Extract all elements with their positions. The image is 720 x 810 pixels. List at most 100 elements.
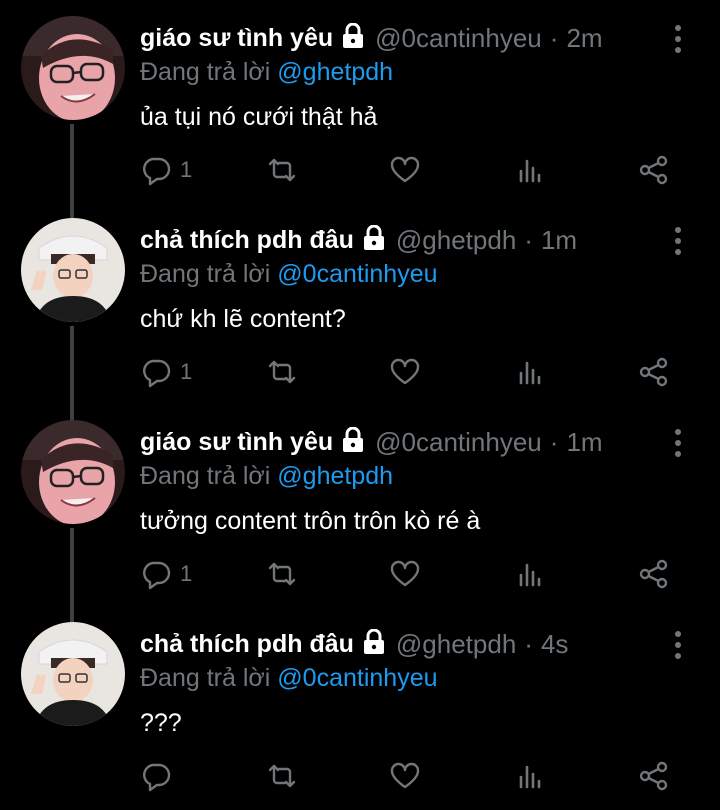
tweet[interactable]: chả thích pdh đâu @ghetpdh · 4s Đang trả… <box>0 606 720 808</box>
lock-icon <box>363 629 384 654</box>
avatar[interactable] <box>21 420 125 524</box>
mention-link[interactable]: @0cantinhyeu <box>277 260 437 288</box>
display-name[interactable]: giáo sư tình yêu <box>140 22 333 54</box>
more-options-icon[interactable] <box>672 24 684 54</box>
separator-dot: · <box>524 629 533 659</box>
mention-link[interactable]: @0cantinhyeu <box>277 664 437 692</box>
more-options-icon[interactable] <box>672 428 684 458</box>
tweet-header: chả thích pdh đâu @ghetpdh · 4s <box>140 628 568 660</box>
reply-button[interactable]: 1 <box>140 152 192 188</box>
analytics-button[interactable] <box>515 556 547 592</box>
heart-icon <box>390 560 420 587</box>
retweet-icon <box>268 562 296 586</box>
share-button[interactable] <box>638 152 670 188</box>
tweet[interactable]: giáo sư tình yêu @0cantinhyeu · 1m Đang … <box>0 404 720 624</box>
retweet-button[interactable] <box>266 556 298 592</box>
user-handle[interactable]: @ghetpdh <box>396 628 516 660</box>
more-options-icon[interactable] <box>672 226 684 256</box>
like-button[interactable] <box>389 152 421 188</box>
avatar[interactable] <box>21 622 125 726</box>
timestamp[interactable]: 1m <box>566 426 602 458</box>
analytics-button[interactable] <box>515 758 547 794</box>
tweet[interactable]: giáo sư tình yêu @0cantinhyeu · 2m Đang … <box>0 0 720 220</box>
analytics-icon <box>519 563 541 587</box>
timestamp[interactable]: 1m <box>541 224 577 256</box>
reply-icon <box>143 763 171 792</box>
replying-to: Đang trả lời @0cantinhyeu <box>140 258 438 290</box>
separator-dot: · <box>549 427 559 457</box>
avatar[interactable] <box>21 218 125 322</box>
action-bar <box>0 758 720 794</box>
retweet-icon <box>268 360 296 384</box>
tweet-header: giáo sư tình yêu @0cantinhyeu · 2m <box>140 22 603 54</box>
replying-to: Đang trả lời @0cantinhyeu <box>140 662 438 694</box>
user-handle[interactable]: @0cantinhyeu <box>375 22 542 54</box>
lock-icon <box>363 225 384 250</box>
retweet-button[interactable] <box>266 758 298 794</box>
share-button[interactable] <box>638 354 670 390</box>
like-button[interactable] <box>389 354 421 390</box>
lock-icon <box>343 23 364 48</box>
user-handle[interactable]: @0cantinhyeu <box>375 426 542 458</box>
action-bar: 1 <box>0 152 720 188</box>
share-button[interactable] <box>638 556 670 592</box>
replying-to-label: Đang trả lời <box>140 462 271 490</box>
like-button[interactable] <box>389 758 421 794</box>
replying-to-label: Đang trả lời <box>140 664 271 692</box>
separator-dot: · <box>524 225 533 255</box>
display-name[interactable]: giáo sư tình yêu <box>140 426 333 458</box>
reply-button[interactable]: 1 <box>140 556 192 592</box>
display-name[interactable]: chả thích pdh đâu <box>140 224 354 256</box>
mention-link[interactable]: @ghetpdh <box>277 58 393 86</box>
reply-button[interactable]: 1 <box>140 354 192 390</box>
timestamp[interactable]: 2m <box>566 22 602 54</box>
reply-count: 1 <box>180 157 193 182</box>
peace-sign-avatar-icon <box>21 218 125 322</box>
replying-to: Đang trả lời @ghetpdh <box>140 56 393 88</box>
tweet-text: chứ kh lẽ content? <box>140 305 346 333</box>
heart-icon <box>390 156 420 183</box>
action-bar: 1 <box>0 354 720 390</box>
avatar[interactable] <box>21 16 125 120</box>
action-bar: 1 <box>0 556 720 592</box>
tweet[interactable]: chả thích pdh đâu @ghetpdh · 1m Đang trả… <box>0 202 720 422</box>
pink-glasses-avatar-icon <box>21 16 125 120</box>
reply-button[interactable] <box>140 758 180 794</box>
heart-icon <box>390 358 420 385</box>
like-button[interactable] <box>389 556 421 592</box>
analytics-icon <box>519 361 541 385</box>
retweet-button[interactable] <box>266 152 298 188</box>
share-icon <box>639 155 668 185</box>
analytics-button[interactable] <box>515 354 547 390</box>
reply-count: 1 <box>180 359 193 384</box>
replying-to: Đang trả lời @ghetpdh <box>140 460 393 492</box>
analytics-icon <box>519 765 541 789</box>
reply-icon <box>143 561 171 590</box>
user-handle[interactable]: @ghetpdh <box>396 224 516 256</box>
timestamp[interactable]: 4s <box>541 628 568 660</box>
retweet-icon <box>268 158 296 182</box>
tweet-header: giáo sư tình yêu @0cantinhyeu · 1m <box>140 426 603 458</box>
retweet-button[interactable] <box>266 354 298 390</box>
tweet-text: ??? <box>140 709 182 737</box>
peace-sign-avatar-icon <box>21 622 125 726</box>
lock-icon <box>343 427 364 452</box>
reply-icon <box>143 157 171 186</box>
share-icon <box>639 357 668 387</box>
more-options-icon[interactable] <box>672 630 684 660</box>
reply-count: 1 <box>180 561 193 586</box>
share-icon <box>639 761 668 791</box>
replying-to-label: Đang trả lời <box>140 260 271 288</box>
share-button[interactable] <box>638 758 670 794</box>
retweet-icon <box>268 764 296 788</box>
analytics-icon <box>519 159 541 183</box>
tweet-text: ủa tụi nó cưới thật hả <box>140 103 378 131</box>
replying-to-label: Đang trả lời <box>140 58 271 86</box>
mention-link[interactable]: @ghetpdh <box>277 462 393 490</box>
analytics-button[interactable] <box>515 152 547 188</box>
separator-dot: · <box>549 23 559 53</box>
pink-glasses-avatar-icon <box>21 420 125 524</box>
reply-icon <box>143 359 171 388</box>
display-name[interactable]: chả thích pdh đâu <box>140 628 354 660</box>
conversation-thread: giáo sư tình yêu @0cantinhyeu · 2m Đang … <box>0 0 720 810</box>
